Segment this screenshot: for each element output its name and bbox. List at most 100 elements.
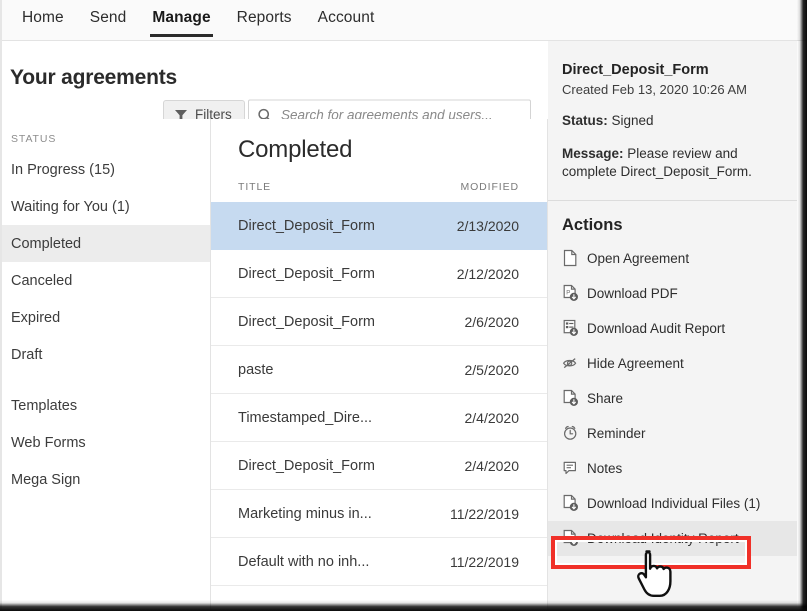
row-title: paste [238,362,273,378]
action-label: Download Audit Report [587,321,725,336]
sidebar-item-label: Expired [11,310,60,326]
action-open-agreement[interactable]: Open Agreement [548,241,797,276]
status-badge: Signed [612,113,654,128]
sidebar-item-in-progress[interactable]: In Progress (15) [0,151,210,188]
sidebar-item-mega-sign[interactable]: Mega Sign [0,461,210,498]
agreements-list-panel: Completed TITLE MODIFIED Direct_Deposit_… [210,119,548,611]
svg-text:P: P [566,290,570,296]
row-title: Timestamped_Dire... [238,410,372,426]
top-navigation-bar: Home Send Manage Reports Account [0,0,807,41]
table-row[interactable]: Direct_Deposit_Form 2/4/2020 [211,442,547,490]
detail-created-date: Created Feb 13, 2020 10:26 AM [562,82,783,97]
row-title: Direct_Deposit_Form [238,314,375,330]
row-modified: 11/22/2019 [450,506,519,522]
document-download-icon [562,494,579,512]
table-row[interactable]: Direct_Deposit_Form 2/12/2020 [211,250,547,298]
action-hide-agreement[interactable]: Hide Agreement [548,346,797,381]
action-label: Share [587,391,623,406]
row-title: Marketing minus in... [238,506,372,522]
pdf-download-icon: P [562,284,579,302]
action-label: Hide Agreement [587,356,684,371]
speech-bubble-icon [562,459,579,477]
sidebar-item-completed[interactable]: Completed [0,225,210,262]
nav-item-label: Home [22,9,64,26]
sidebar-section-label: STATUS [0,119,210,151]
table-row[interactable]: paste 2/5/2020 [211,346,547,394]
sidebar-item-waiting-for-you[interactable]: Waiting for You (1) [0,188,210,225]
action-label: Download Individual Files (1) [587,496,760,511]
sidebar-item-label: Mega Sign [11,472,80,488]
row-title: Direct_Deposit_Form [238,458,375,474]
sidebar-item-label: In Progress (15) [11,162,115,178]
list-column-headers: TITLE MODIFIED [211,164,547,202]
row-title: Default with no inh... [238,554,369,570]
sidebar-item-web-forms[interactable]: Web Forms [0,424,210,461]
document-download-icon [562,529,579,547]
action-download-individual-files[interactable]: Download Individual Files (1) [548,486,797,521]
sidebar-item-label: Waiting for You (1) [11,199,130,215]
row-modified: 2/6/2020 [465,314,520,330]
row-title: Direct_Deposit_Form [238,218,375,234]
detail-header: Direct_Deposit_Form Created Feb 13, 2020… [548,41,797,182]
list-title: Completed [211,119,547,164]
sidebar-item-label: Canceled [11,273,72,289]
detail-message-label: Message: [562,146,624,161]
nav-item-send[interactable]: Send [77,0,140,37]
alarm-clock-icon [562,424,579,442]
table-row[interactable]: Direct_Deposit_Form 2/13/2020 [211,202,547,250]
nav-item-label: Send [90,9,127,26]
action-reminder[interactable]: Reminder [548,416,797,451]
row-title: Direct_Deposit_Form [238,266,375,282]
column-header-title: TITLE [238,181,271,193]
action-download-identity-report[interactable]: Download Identity Report [548,521,797,556]
sidebar-item-label: Completed [11,236,81,252]
document-icon [562,249,579,267]
document-download-icon [562,389,579,407]
table-row[interactable]: Default with no inh... 11/22/2019 [211,538,547,586]
status-sidebar: STATUS In Progress (15) Waiting for You … [0,119,210,611]
agreements-header: Your agreements Filters [0,41,548,119]
column-header-modified: MODIFIED [460,181,519,193]
actions-heading: Actions [548,201,797,241]
row-modified: 2/4/2020 [465,458,520,474]
table-row[interactable]: Marketing minus in... 11/22/2019 [211,490,547,538]
action-label: Reminder [587,426,646,441]
row-modified: 2/4/2020 [465,410,520,426]
action-label: Open Agreement [587,251,689,266]
row-modified: 2/5/2020 [465,362,520,378]
sidebar-divider-space [0,373,210,387]
action-label: Download PDF [587,286,678,301]
nav-item-home[interactable]: Home [9,0,77,37]
sidebar-item-templates[interactable]: Templates [0,387,210,424]
agreement-detail-panel: Direct_Deposit_Form Created Feb 13, 2020… [548,41,797,611]
sidebar-item-canceled[interactable]: Canceled [0,262,210,299]
row-modified: 2/13/2020 [457,218,519,234]
nav-item-manage[interactable]: Manage [139,0,223,37]
action-share[interactable]: Share [548,381,797,416]
sidebar-item-label: Templates [11,398,77,414]
window-frame-right [797,0,807,611]
row-modified: 11/22/2019 [450,554,519,570]
page-title: Your agreements [10,66,177,90]
detail-status-label: Status: [562,113,608,128]
nav-item-label: Reports [237,9,292,26]
action-label: Download Identity Report [587,531,739,546]
action-notes[interactable]: Notes [548,451,797,486]
list-rows: Direct_Deposit_Form 2/13/2020 Direct_Dep… [211,202,547,586]
nav-item-account[interactable]: Account [305,0,388,37]
sidebar-item-expired[interactable]: Expired [0,299,210,336]
action-download-audit-report[interactable]: Download Audit Report [548,311,797,346]
app-window: Home Send Manage Reports Account Your ag… [0,0,807,611]
detail-status: Status: Signed [562,112,783,130]
detail-title: Direct_Deposit_Form [562,62,783,78]
sidebar-item-draft[interactable]: Draft [0,336,210,373]
row-modified: 2/12/2020 [457,266,519,282]
table-row[interactable]: Direct_Deposit_Form 2/6/2020 [211,298,547,346]
nav-item-reports[interactable]: Reports [224,0,305,37]
sidebar-item-label: Draft [11,347,42,363]
action-label: Notes [587,461,622,476]
eye-slash-icon [562,354,579,372]
table-row[interactable]: Timestamped_Dire... 2/4/2020 [211,394,547,442]
action-download-pdf[interactable]: P Download PDF [548,276,797,311]
detail-message: Message: Please review and complete Dire… [562,145,783,181]
